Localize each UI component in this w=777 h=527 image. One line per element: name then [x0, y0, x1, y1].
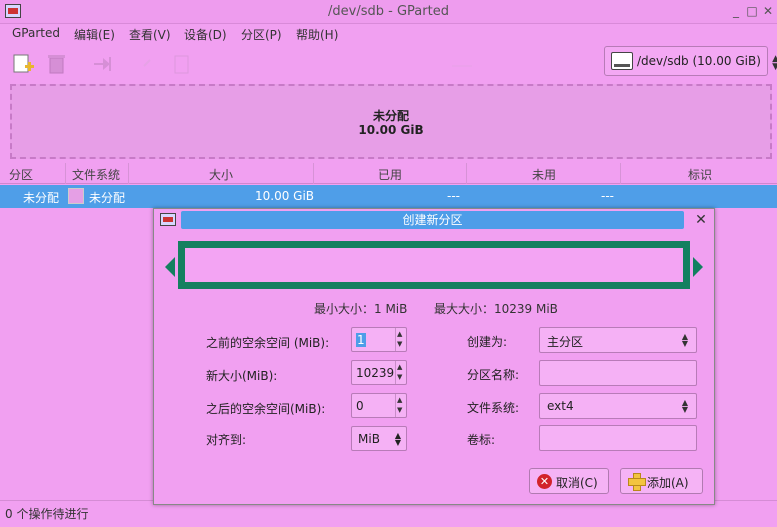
create-partition-dialog: 创建新分区 ✕ 最小大小：1 MiB 最大大小：10239 MiB 之前的空余空… — [153, 208, 715, 505]
column-divider — [466, 163, 467, 184]
col-used[interactable]: 已用 — [378, 166, 402, 183]
cell-used: --- — [447, 189, 460, 203]
minimize-icon[interactable]: _ — [729, 3, 743, 19]
apply-icon[interactable] — [450, 52, 474, 76]
create-as-select[interactable]: 主分区 ▲ ▼ — [539, 327, 697, 353]
space-after-spinner[interactable]: 0 ▲ ▼ — [351, 393, 407, 418]
menu-partition[interactable]: 分区(P) — [241, 26, 282, 43]
cell-unused: --- — [601, 189, 614, 203]
align-select[interactable]: MiB ▲ ▼ — [351, 426, 407, 451]
space-after-label: 之后的空余空间(MiB): — [206, 402, 326, 416]
chevron-updown-icon: ▲ ▼ — [772, 54, 777, 72]
filesystem-color-swatch — [68, 188, 84, 204]
menu-device[interactable]: 设备(D) — [184, 26, 227, 43]
chevron-down-icon[interactable]: ▼ — [397, 407, 402, 414]
col-size[interactable]: 大小 — [209, 166, 233, 183]
cancel-button-label: 取消(C) — [556, 476, 598, 490]
volume-label-input[interactable] — [539, 425, 697, 451]
spinner-arrows: ▲ ▼ — [395, 394, 406, 417]
col-flags[interactable]: 标识 — [688, 166, 712, 183]
cancel-button[interactable]: ✕ 取消(C) — [529, 468, 609, 494]
add-button-label: 添加(A) — [647, 476, 689, 490]
cell-size: 10.00 GiB — [255, 189, 315, 203]
min-size-label: 最小大小：1 MiB — [314, 302, 408, 316]
cancel-icon: ✕ — [537, 474, 552, 489]
chevron-updown-icon: ▲ ▼ — [681, 398, 688, 414]
add-button[interactable]: 添加(A) — [620, 468, 703, 494]
partition-map-size: 10.00 GiB — [358, 123, 424, 137]
undo-icon[interactable] — [214, 52, 238, 76]
paste-icon[interactable] — [170, 52, 194, 76]
menubar: GParted 编辑(E) 查看(V) 设备(D) 分区(P) 帮助(H) — [0, 24, 777, 44]
maximize-icon[interactable]: □ — [745, 3, 759, 19]
col-filesystem[interactable]: 文件系统 — [72, 166, 120, 183]
partition-table-header: 分区 文件系统 大小 已用 未用 标识 — [0, 163, 777, 184]
space-before-value: 1 — [356, 333, 366, 347]
add-icon — [628, 473, 646, 491]
chevron-up-icon[interactable]: ▲ — [397, 331, 402, 338]
chevron-up-icon[interactable]: ▲ — [397, 397, 402, 404]
column-divider — [313, 163, 314, 184]
align-label: 对齐到: — [206, 433, 247, 447]
chevron-down-icon[interactable]: ▼ — [397, 341, 402, 348]
new-size-value: 10239 — [356, 366, 395, 380]
partition-name-label: 分区名称: — [467, 368, 520, 382]
pending-operations-status: 0 个操作待进行 — [5, 507, 89, 521]
device-label: /dev/sdb (10.00 GiB) — [637, 54, 761, 68]
chevron-updown-icon: ▲ ▼ — [681, 332, 688, 348]
col-unused[interactable]: 未用 — [532, 166, 556, 183]
dialog-title-bar: 创建新分区 — [181, 211, 684, 229]
align-value: MiB — [358, 432, 380, 446]
chevron-up-icon[interactable]: ▲ — [397, 364, 402, 371]
cell-partition: 未分配 — [23, 191, 60, 205]
resize-move-icon[interactable] — [90, 52, 114, 76]
partition-resizer[interactable] — [178, 241, 690, 289]
filesystem-value: ext4 — [547, 399, 574, 413]
volume-label-label: 卷标: — [467, 433, 496, 447]
close-icon[interactable]: ✕ — [761, 3, 775, 19]
copy-icon[interactable] — [138, 52, 162, 76]
space-before-spinner[interactable]: 1 ▲ ▼ — [351, 327, 407, 352]
dialog-title: 创建新分区 — [402, 213, 463, 227]
resize-left-handle-icon[interactable] — [165, 257, 175, 277]
menu-gparted[interactable]: GParted — [12, 26, 60, 40]
chevron-down-icon[interactable]: ▼ — [397, 374, 402, 381]
new-size-label: 新大小(MiB): — [206, 369, 278, 383]
dialog-close-icon[interactable]: ✕ — [692, 211, 710, 229]
partition-name-input[interactable] — [539, 360, 697, 386]
delete-icon[interactable] — [45, 52, 69, 76]
harddisk-icon — [611, 52, 633, 70]
partition-map-name: 未分配 — [372, 109, 409, 123]
column-divider — [65, 163, 66, 184]
window-title: /dev/sdb - GParted — [328, 4, 449, 19]
window-titlebar: /dev/sdb - GParted _ □ ✕ — [0, 0, 777, 24]
filesystem-select[interactable]: ext4 ▲ ▼ — [539, 393, 697, 419]
space-after-value: 0 — [356, 399, 364, 413]
column-divider — [128, 163, 129, 184]
cell-filesystem: 未分配 — [89, 191, 126, 205]
menu-view[interactable]: 查看(V) — [129, 26, 171, 43]
column-divider — [620, 163, 621, 184]
new-partition-icon[interactable] — [11, 52, 35, 76]
chevron-updown-icon: ▲ ▼ — [394, 431, 401, 447]
device-selector[interactable]: /dev/sdb (10.00 GiB) ▲ ▼ — [604, 46, 777, 76]
table-row[interactable]: 未分配 未分配 10.00 GiB --- --- — [0, 185, 777, 208]
menu-help[interactable]: 帮助(H) — [296, 26, 338, 43]
filesystem-label: 文件系统: — [467, 401, 520, 415]
new-size-spinner[interactable]: 10239 ▲ ▼ — [351, 360, 407, 385]
spinner-arrows: ▲ ▼ — [395, 361, 406, 384]
space-before-label: 之前的空余空间 (MiB): — [206, 336, 330, 350]
spinner-arrows: ▲ ▼ — [395, 328, 406, 351]
max-size-label: 最大大小：10239 MiB — [434, 302, 558, 316]
menu-edit[interactable]: 编辑(E) — [74, 26, 115, 43]
dialog-titlebar: 创建新分区 ✕ — [154, 209, 714, 231]
col-partition[interactable]: 分区 — [9, 166, 33, 183]
gparted-app-icon — [160, 213, 176, 226]
create-as-label: 创建为: — [467, 335, 508, 349]
create-as-value: 主分区 — [547, 335, 584, 349]
resize-right-handle-icon[interactable] — [693, 257, 703, 277]
partition-map[interactable]: 未分配 10.00 GiB — [10, 84, 772, 159]
